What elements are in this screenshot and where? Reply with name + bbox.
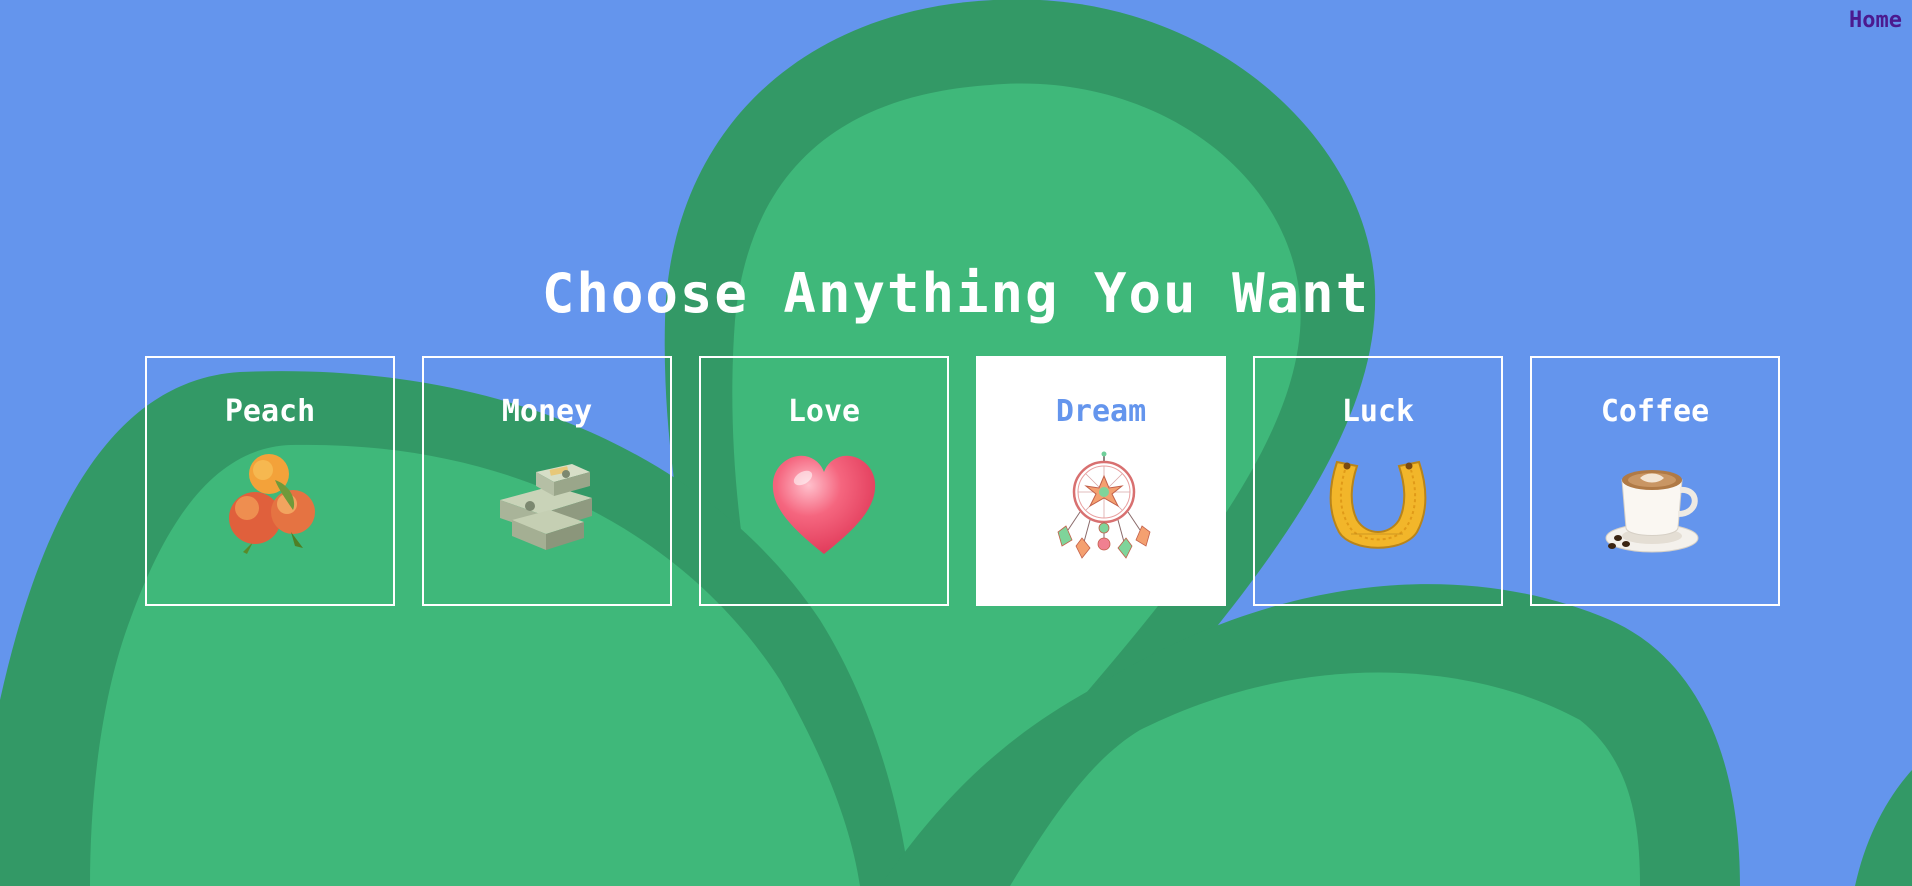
home-link[interactable]: Home — [1849, 8, 1902, 33]
coffee-cup-icon — [1605, 470, 1699, 553]
card-label: Luck — [1341, 394, 1415, 429]
horseshoe-icon — [1329, 460, 1427, 549]
card-luck[interactable]: Luck — [1253, 356, 1503, 606]
peach-icon — [229, 454, 315, 554]
card-label: Peach — [224, 394, 316, 429]
card-label: Dream — [1055, 394, 1147, 429]
money-stack-icon — [500, 464, 592, 550]
page-title: Choose Anything You Want — [541, 262, 1371, 325]
dreamcatcher-icon — [1057, 451, 1151, 559]
heart-icon — [772, 455, 876, 554]
card-label: Love — [787, 394, 861, 429]
card-love[interactable]: Love — [699, 356, 949, 606]
card-label: Coffee — [1600, 394, 1710, 429]
card-coffee[interactable]: Coffee — [1530, 356, 1780, 606]
card-dream[interactable]: Dream — [976, 356, 1226, 606]
card-peach[interactable]: Peach — [145, 356, 395, 606]
card-label: Money — [501, 394, 593, 429]
choice-cards: Peach Money Love Dream Luck Coffee — [145, 356, 1780, 606]
card-money[interactable]: Money — [422, 356, 672, 606]
